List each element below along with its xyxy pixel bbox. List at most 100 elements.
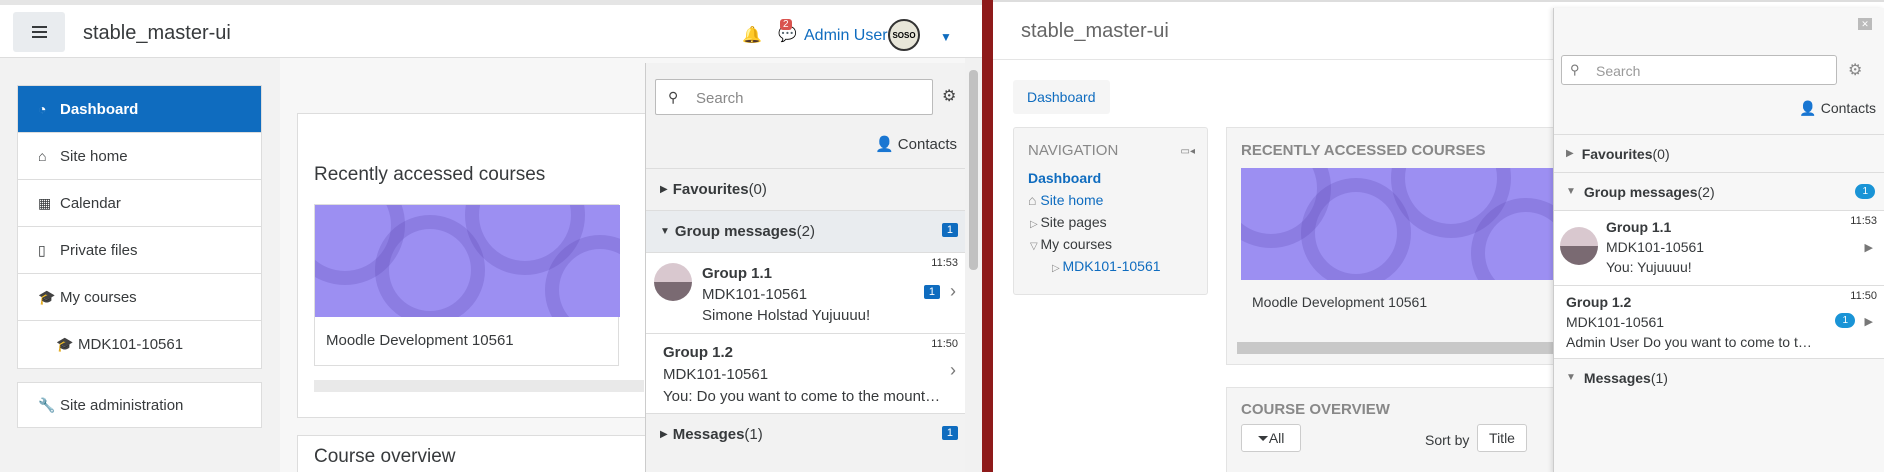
section-messages[interactable]: ▶ Messages (1) 1 <box>646 413 966 455</box>
conversation-course: MDK101-10561 <box>663 366 769 383</box>
message-drawer: ✕ ⚲ Search ⚙ 👤 Contacts ▶ Favourites (0) ▼… <box>1553 8 1884 472</box>
conversation-title: Group 1.1 <box>702 265 773 282</box>
nav-label: MDK101-10561 <box>1062 258 1161 274</box>
nav-label: My courses <box>60 288 137 306</box>
unread-badge: 1 <box>941 426 958 440</box>
caret-down-icon: ▼ <box>1566 186 1576 197</box>
conversation-item[interactable]: Group 1.2 MDK101-10561 You: Do you want … <box>646 333 966 413</box>
gear-icon[interactable]: ⚙ <box>942 86 956 106</box>
section-favourites[interactable]: ▶ Favourites (0) <box>1554 134 1884 172</box>
course-name[interactable]: Moodle Development 10561 <box>326 332 514 349</box>
block-heading: Navigation <box>1028 142 1119 159</box>
bell-icon[interactable]: 🔔 <box>742 25 762 45</box>
nav-dashboard[interactable]: Dashboard <box>1028 170 1101 186</box>
site-name[interactable]: stable_master-ui <box>83 22 231 45</box>
nav-course[interactable]: ▷ MDK101-10561 <box>1052 258 1161 274</box>
home-icon: ⌂ <box>38 148 47 164</box>
chevron-right-icon: › <box>950 281 956 301</box>
section-group-messages[interactable]: ▼ Group messages (2) 1 <box>1554 172 1884 210</box>
chevron-right-icon: › <box>950 360 956 380</box>
nav-site-pages[interactable]: ▷ Site pages <box>1030 214 1107 230</box>
window-divider <box>982 0 993 472</box>
gear-icon[interactable]: ⚙ <box>1848 60 1862 80</box>
calendar-icon: ▦ <box>38 194 52 211</box>
course-name[interactable]: Moodle Development 10561 <box>1252 294 1427 310</box>
contacts-link[interactable]: 👤 Contacts <box>1799 100 1876 117</box>
course-image[interactable] <box>1241 168 1561 280</box>
course-card[interactable]: Moodle Development 10561 <box>314 204 620 366</box>
nav-item-private-files[interactable]: ▯ Private files <box>18 227 261 274</box>
nav-item-my-courses[interactable]: 🎓 My courses <box>18 274 261 321</box>
search-placeholder: Search <box>1596 63 1641 79</box>
conversation-item[interactable]: Group 1.1 MDK101-10561 Simone Holstad Yu… <box>646 252 966 333</box>
search-icon: ⚲ <box>668 89 679 105</box>
user-menu-caret-icon[interactable]: ▼ <box>940 30 952 44</box>
block-heading: Course overview <box>1241 401 1390 418</box>
caret-right-icon: ▷ <box>1030 219 1041 230</box>
section-count: (0) <box>748 181 767 198</box>
left-browser-window: stable_master-ui 🔔 💬 2 Admin User SOSO ▼… <box>0 0 982 472</box>
graduation-cap-icon: 🎓 <box>38 288 56 305</box>
nav-item-course[interactable]: 🎓 MDK101-10561 <box>18 321 261 368</box>
horizontal-scrollbar[interactable] <box>1237 342 1557 354</box>
filter-all-button[interactable]: ⏷ All <box>1241 424 1301 452</box>
block-heading: Recently accessed courses <box>1241 142 1486 159</box>
section-count: (1) <box>1650 369 1668 386</box>
nav-item-calendar[interactable]: ▦ Calendar <box>18 180 261 227</box>
user-avatar[interactable]: SOSO <box>888 19 920 51</box>
wrench-icon: 🔧 <box>38 396 56 413</box>
sort-title-button[interactable]: Title <box>1477 424 1527 452</box>
close-icon[interactable]: ✕ <box>1858 18 1872 30</box>
home-icon: ⌂ <box>1028 192 1041 208</box>
navigation-block: Navigation ▭◂ Dashboard ⌂ Site home ▷ Si… <box>1013 127 1208 295</box>
block-title: Course overview <box>314 446 456 467</box>
vertical-scrollbar[interactable] <box>965 58 982 472</box>
search-input[interactable]: ⚲ Search <box>655 79 933 115</box>
section-count: (2) <box>796 223 815 240</box>
breadcrumb[interactable]: Dashboard <box>1013 80 1110 114</box>
conversation-time: 11:53 <box>1850 215 1877 227</box>
conversation-time: 11:53 <box>931 257 958 269</box>
recent-courses-block: Recently accessed courses Moodle Develop… <box>297 113 657 418</box>
filter-icon: ⏷ <box>1257 429 1269 446</box>
user-name[interactable]: Admin User <box>804 27 888 45</box>
caret-right-icon: ▶ <box>1864 242 1873 254</box>
graduation-cap-icon: 🎓 <box>56 336 74 352</box>
conversation-title: Group 1.1 <box>1606 219 1672 235</box>
unread-badge: 1 <box>1855 184 1875 199</box>
conversation-course: MDK101-10561 <box>1606 239 1705 255</box>
nav-item-site-home[interactable]: ⌂ Site home <box>18 133 261 180</box>
section-count: (2) <box>1697 183 1715 200</box>
site-name[interactable]: stable_master-ui <box>1021 20 1169 43</box>
section-group-messages[interactable]: ▼ Group messages (2) 1 <box>646 210 966 252</box>
contacts-link[interactable]: 👤 Contacts <box>875 135 957 153</box>
horizontal-scrollbar[interactable] <box>314 380 644 392</box>
conversation-course: MDK101-10561 <box>1566 314 1665 330</box>
nav-my-courses[interactable]: ▽ My courses <box>1030 236 1112 252</box>
search-icon: ⚲ <box>1570 62 1580 77</box>
block-controls-icon[interactable]: ▭◂ <box>1181 146 1195 157</box>
caret-right-icon: ▶ <box>660 429 668 440</box>
message-count-badge: 2 <box>780 19 792 30</box>
nav-item-dashboard[interactable]: ◔ Dashboard <box>18 86 261 133</box>
course-overview-block: Course overview ⏷ All Sort by Title <box>1226 387 1556 472</box>
conversation-item[interactable]: Group 1.2 MDK101-10561 Admin User Do you… <box>1554 285 1884 358</box>
drawer-toggle-button[interactable] <box>13 12 65 52</box>
course-image[interactable] <box>315 205 620 317</box>
conversation-avatar <box>654 263 692 301</box>
nav-site-home[interactable]: ⌂ Site home <box>1028 192 1103 208</box>
person-icon: 👤 <box>1799 100 1821 116</box>
section-favourites[interactable]: ▶ Favourites (0) <box>646 168 966 210</box>
unread-badge: 1 <box>1835 313 1855 328</box>
caret-right-icon: ▶ <box>1566 148 1574 159</box>
section-count: (1) <box>744 426 763 443</box>
section-messages[interactable]: ▼ Messages (1) <box>1554 358 1884 396</box>
scrollbar-thumb[interactable] <box>969 70 978 270</box>
nav-label: Site home <box>60 147 128 165</box>
conversation-item[interactable]: Group 1.1 MDK101-10561 You: Yujuuuu! 11:… <box>1554 210 1884 285</box>
caret-right-icon: ▶ <box>1864 316 1873 328</box>
nav-label: Site pages <box>1040 214 1107 230</box>
search-input[interactable]: ⚲ Search <box>1561 55 1837 85</box>
nav-item-site-admin[interactable]: 🔧 Site administration <box>18 383 261 427</box>
section-label: Favourites <box>1581 145 1653 162</box>
